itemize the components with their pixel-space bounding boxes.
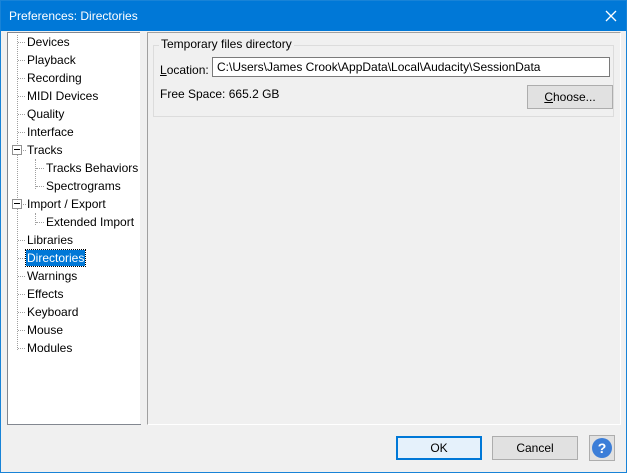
collapse-tracks-toggle[interactable]	[12, 145, 22, 155]
tree-connector	[35, 213, 36, 225]
sidebar-item-playback[interactable]: Playback	[26, 52, 77, 68]
sidebar-item-warnings[interactable]: Warnings	[26, 268, 78, 284]
group-title: Temporary files directory	[159, 37, 294, 51]
panel-splitter[interactable]	[140, 32, 146, 424]
free-space-text: Free Space: 665.2 GB	[160, 87, 280, 101]
location-field[interactable]	[212, 57, 610, 77]
help-icon: ?	[592, 438, 612, 458]
sidebar-item-quality[interactable]: Quality	[26, 106, 65, 122]
sidebar-item-extended-import[interactable]: Extended Import	[45, 214, 135, 230]
sidebar-item-interface[interactable]: Interface	[26, 124, 75, 140]
sidebar-item-libraries[interactable]: Libraries	[26, 232, 74, 248]
sidebar-item-tracks-behaviors[interactable]: Tracks Behaviors	[45, 160, 139, 176]
sidebar-item-spectrograms[interactable]: Spectrograms	[45, 178, 122, 194]
help-button[interactable]: ?	[589, 435, 615, 461]
window-title: Preferences: Directories	[9, 9, 138, 23]
sidebar-item-import-export[interactable]: Import / Export	[26, 196, 107, 212]
close-button[interactable]	[596, 1, 626, 31]
preferences-window: Preferences: Directories Devices Playbac…	[0, 0, 627, 473]
title-bar: Preferences: Directories	[1, 1, 626, 31]
tree-connector	[17, 35, 18, 350]
free-space-value: 665.2 GB	[228, 87, 280, 101]
sidebar-item-recording[interactable]: Recording	[26, 70, 83, 86]
directories-panel: Temporary files directory Location: Free…	[147, 32, 621, 425]
preferences-tree[interactable]: Devices Playback Recording MIDI Devices …	[7, 32, 141, 425]
sidebar-item-midi-devices[interactable]: MIDI Devices	[26, 88, 99, 104]
sidebar-item-mouse[interactable]: Mouse	[26, 322, 64, 338]
close-icon	[605, 10, 617, 22]
collapse-import-export-toggle[interactable]	[12, 199, 22, 209]
choose-button[interactable]: Choose...	[527, 85, 613, 109]
location-label: Location:	[160, 63, 209, 77]
sidebar-item-modules[interactable]: Modules	[26, 340, 73, 356]
sidebar-item-effects[interactable]: Effects	[26, 286, 64, 302]
ok-button[interactable]: OK	[396, 436, 482, 460]
sidebar-item-devices[interactable]: Devices	[26, 34, 71, 50]
sidebar-item-directories[interactable]: Directories	[24, 249, 87, 267]
tree-connector	[35, 159, 36, 189]
sidebar-item-tracks[interactable]: Tracks	[26, 142, 64, 158]
sidebar-item-keyboard[interactable]: Keyboard	[26, 304, 79, 320]
cancel-button[interactable]: Cancel	[492, 436, 578, 460]
